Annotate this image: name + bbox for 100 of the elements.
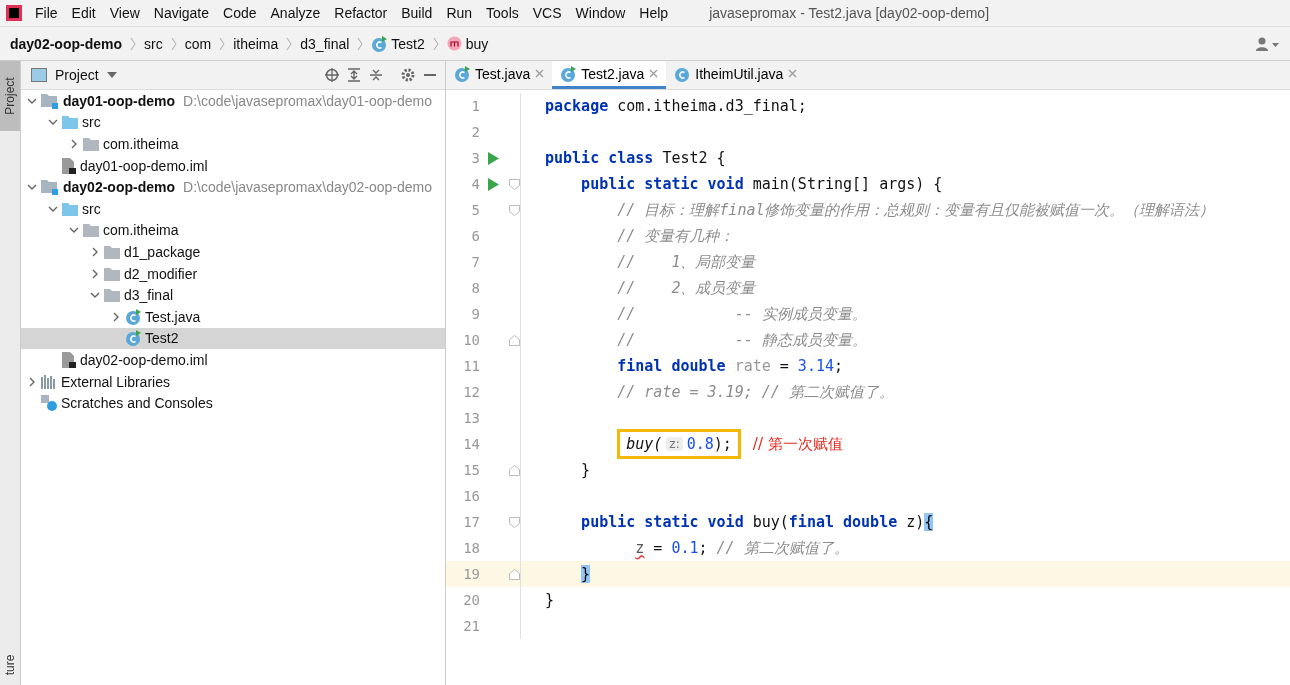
module-folder-icon [41,179,59,196]
code-line: public static void main(String[] args) { [581,175,943,193]
chevron-separator-icon [170,36,177,51]
package-folder-icon [83,137,99,151]
menu-item[interactable]: View [102,5,147,21]
tree-item[interactable]: src [21,197,445,220]
breadcrumb-item[interactable]: itheima [233,35,279,52]
class-icon [125,308,141,325]
tree-item[interactable]: External Libraries [21,370,445,393]
project-side-tab[interactable]: Project [0,61,20,131]
code-line: // 2、成员变量 [617,278,756,298]
module-path: D:\code\javasepromax\day02-oop-demo [183,179,433,196]
structure-side-tab[interactable]: ture [0,645,20,685]
breadcrumb-item[interactable]: buy [446,35,489,52]
folder-icon [62,201,78,216]
module-path: D:\code\javasepromax\day01-oop-demo [183,92,433,109]
panel-title[interactable]: Project [55,67,99,83]
package-folder-icon [104,266,120,281]
breadcrumb-item[interactable]: Test2 [371,35,425,52]
editor-tab[interactable]: Test.java [446,61,553,89]
menu-item[interactable]: Analyze [263,5,328,21]
menu-item[interactable]: Tools [479,5,526,21]
chevron-separator-icon [286,36,293,51]
code-line: // -- 静态成员变量。 [617,330,867,350]
chevron-separator-icon [432,36,439,51]
tree-item[interactable]: d2_modifier [21,262,445,285]
code-line: public class Test2 { [545,149,726,167]
chevron-separator-icon [357,36,364,51]
editor-tab[interactable]: ItheimUtil.java [666,61,806,89]
tree-item[interactable]: com.itheima [21,133,445,155]
close-icon[interactable] [788,69,798,78]
menu-item[interactable]: Help [632,5,676,21]
tree-item[interactable]: d3_final [21,284,445,306]
line-number: 11 [462,358,480,374]
menu-item[interactable]: Refactor [327,5,395,21]
chevron-right-icon[interactable] [27,376,37,387]
chevron-separator-icon [130,36,136,51]
breadcrumb-item[interactable]: com [184,35,212,52]
code-line: // 变量有几种： [617,226,735,246]
menu-item[interactable]: Run [439,5,480,21]
code-line: final double rate = 3.14; [617,357,843,375]
menu-item[interactable]: Code [216,5,264,21]
line-number: 19 [462,566,480,582]
user-icon[interactable] [1256,36,1280,51]
line-number: 8 [470,280,480,296]
code-line: // 1、局部变量 [617,252,756,272]
menu-item[interactable]: Window [568,5,633,21]
tree-item[interactable]: day02-oop-demo.iml [21,349,445,371]
collapse-all-icon[interactable] [369,68,383,82]
chevron-right-icon[interactable] [111,311,121,322]
tree-item[interactable]: com.itheima [21,219,445,242]
settings-icon[interactable] [401,68,415,82]
code-line: // 目标：理解final修饰变量的作用：总规则：变量有且仅能被赋值一次。（理解语法） [617,200,1215,220]
code-line: } [545,591,555,609]
menu-item[interactable]: Navigate [146,5,217,21]
code-line: z = 0.1; // 第二次赋值了。 [635,538,849,558]
tree-item[interactable]: Scratches and Consoles [21,392,445,414]
line-number: 16 [462,488,480,504]
line-number: 3 [470,150,480,166]
tree-item[interactable]: src [21,111,445,134]
menu-item[interactable]: Edit [64,5,103,21]
tree-item[interactable]: day01-oop-demo.iml [21,154,445,177]
file-icon [62,157,76,174]
code-line: // rate = 3.19; // 第二次赋值了。 [617,382,894,402]
menu-item[interactable]: File [28,5,65,21]
line-number: 1 [470,98,480,114]
run-icon[interactable] [488,177,499,191]
locate-icon[interactable] [325,68,339,82]
tree-item[interactable]: day02-oop-demo D:\code\javasepromax\day02-oop-demo [21,176,445,198]
close-icon[interactable] [649,69,659,78]
line-number: 21 [462,618,480,634]
breadcrumb-item[interactable]: d3_final [300,35,350,52]
breadcrumb-item[interactable]: day02-oop-demo [10,35,122,52]
close-icon[interactable] [535,69,545,78]
tree-item[interactable]: d1_package [21,241,445,263]
tree-item[interactable]: Test.java [21,305,445,328]
tree-item[interactable]: day01-oop-demo D:\code\javasepromax\day01-oop-demo [21,90,445,112]
code-text: buy( z: 0.8); [626,435,732,453]
tree-item[interactable]: Test2 [21,327,445,350]
line-number: 10 [462,332,480,348]
code-line: public static void buy(final double z){ [581,513,934,531]
line-number: 18 [462,540,480,556]
chevron-right-icon[interactable] [90,268,100,279]
line-number: 2 [470,124,480,140]
class-icon [371,35,388,52]
breadcrumb-item[interactable]: src [144,35,163,52]
caret-icon[interactable] [106,72,117,78]
window-title: javasepromax - Test2.java [day02-oop-demo] [709,5,990,21]
editor-tab[interactable]: Test2.java [552,61,667,89]
chevron-right-icon[interactable] [69,139,79,149]
line-number: 9 [470,306,480,322]
line-number: 4 [470,176,480,192]
library-icon [41,374,57,389]
chevron-right-icon[interactable] [90,246,100,257]
package-folder-icon [104,288,120,303]
menu-item[interactable]: VCS [525,5,569,21]
run-icon[interactable] [488,151,499,165]
annotation-text: // 第一次赋值 [752,434,843,454]
menu-item[interactable]: Build [394,5,440,21]
expand-all-icon[interactable] [347,68,361,82]
